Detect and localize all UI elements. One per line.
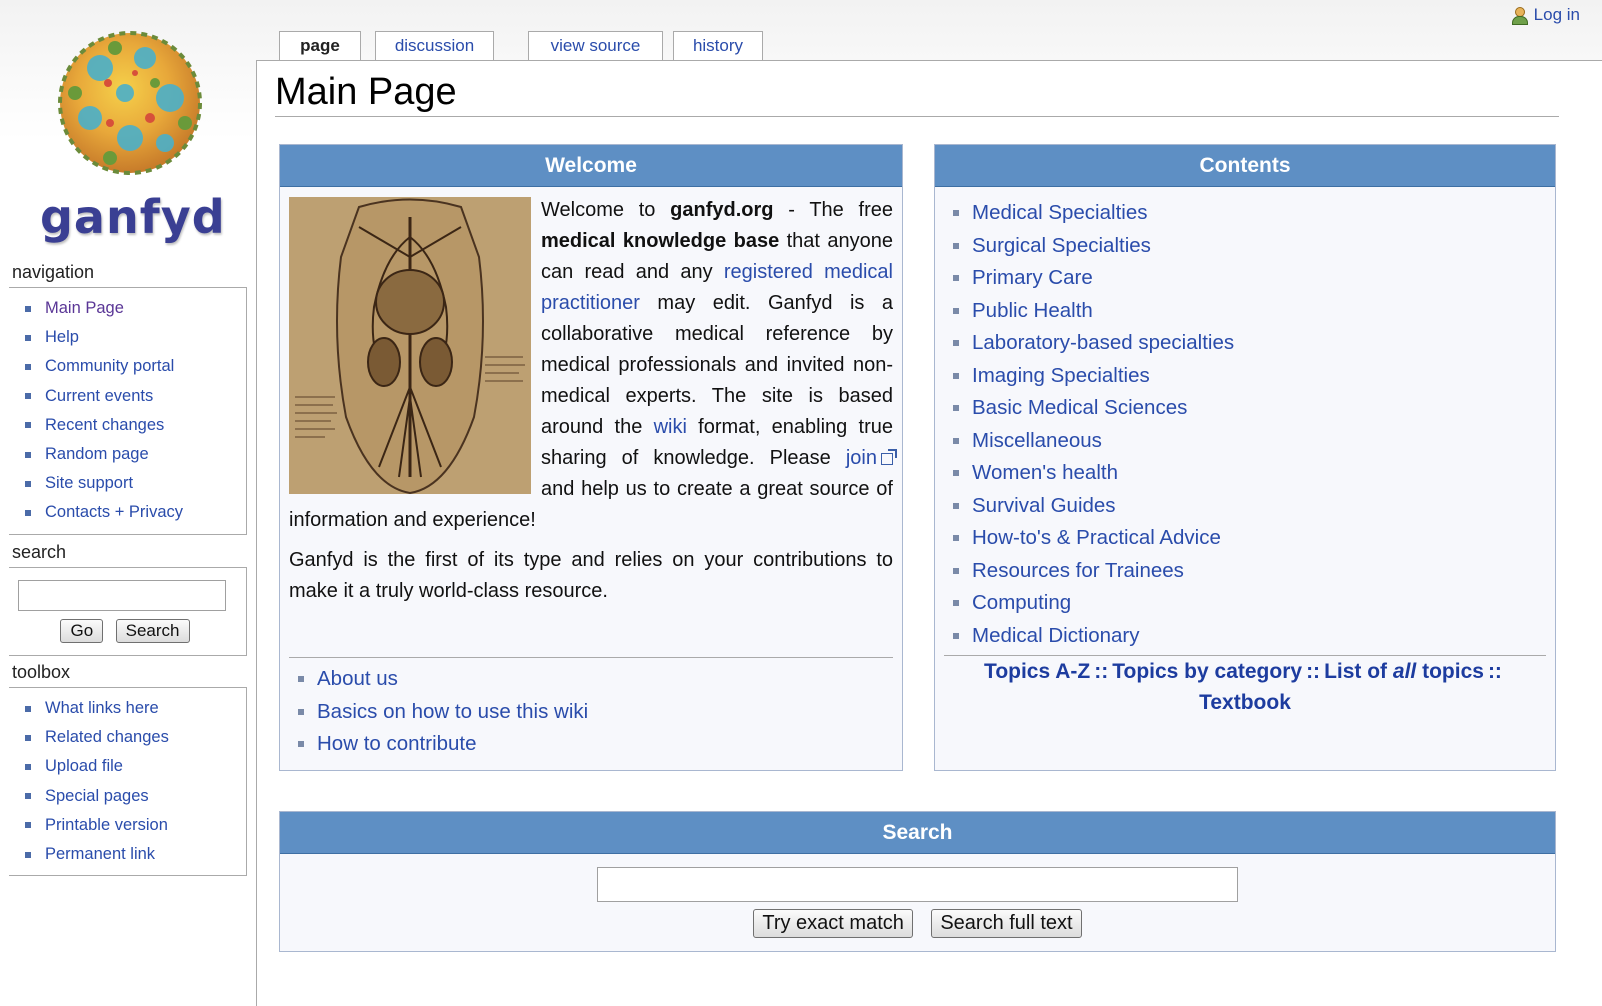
toolbox-item-printable-version[interactable]: Printable version bbox=[21, 811, 246, 840]
contents-item[interactable]: Miscellaneous bbox=[953, 425, 1234, 458]
search-full-text-button[interactable]: Search full text bbox=[931, 909, 1082, 938]
contents-item[interactable]: Laboratory-based specialties bbox=[953, 327, 1234, 360]
heading-divider bbox=[275, 116, 1559, 117]
welcome-links: About us Basics on how to use this wiki … bbox=[298, 663, 588, 761]
topics-a-z-link[interactable]: Topics A-Z bbox=[984, 660, 1090, 683]
login-link[interactable]: Log in bbox=[1534, 5, 1580, 25]
welcome-paragraph-1: Welcome to ganfyd.org - The free medical… bbox=[289, 199, 897, 531]
nav-item-contacts-privacy[interactable]: Contacts + Privacy bbox=[21, 498, 246, 527]
topics-separator: :: bbox=[1487, 660, 1502, 683]
topics-links: Topics A-Z:: Topics by category:: List of … bbox=[944, 656, 1546, 718]
search-box: Search Try exact match Search full text bbox=[279, 811, 1556, 952]
topics-separator: :: bbox=[1094, 660, 1109, 683]
contents-box-title: Contents bbox=[935, 145, 1555, 187]
site-logo[interactable]: ganfyd bbox=[10, 18, 240, 248]
tab-view-source[interactable]: view source bbox=[528, 31, 663, 61]
contents-item[interactable]: Women's health bbox=[953, 457, 1234, 490]
nav-item-help[interactable]: Help bbox=[21, 323, 246, 352]
nav-item-random-page[interactable]: Random page bbox=[21, 440, 246, 469]
welcome-box-title: Welcome bbox=[280, 145, 902, 187]
welcome-box: Welcome Welcome to ganfyd.org - The free… bbox=[279, 144, 903, 771]
contents-item[interactable]: Computing bbox=[953, 587, 1234, 620]
toolbox-item-related-changes[interactable]: Related changes bbox=[21, 723, 246, 752]
how-to-contribute-item[interactable]: How to contribute bbox=[298, 728, 588, 761]
virus-globe-icon bbox=[58, 31, 202, 175]
tab-discussion[interactable]: discussion bbox=[375, 31, 494, 61]
contents-item[interactable]: Basic Medical Sciences bbox=[953, 392, 1234, 425]
nav-item-recent-changes[interactable]: Recent changes bbox=[21, 411, 246, 440]
navigation-heading: navigation bbox=[12, 262, 95, 282]
logo-wordmark: ganfyd bbox=[40, 190, 226, 244]
contents-item[interactable]: Medical Dictionary bbox=[953, 620, 1234, 653]
welcome-text: Welcome to ganfyd.org - The free medical… bbox=[289, 195, 897, 607]
navigation-portlet: navigation Main Page Help Community port… bbox=[9, 262, 247, 535]
search-heading: search bbox=[12, 542, 67, 562]
try-exact-match-button[interactable]: Try exact match bbox=[753, 909, 913, 938]
contents-item[interactable]: Survival Guides bbox=[953, 490, 1234, 523]
list-all-topics-link[interactable]: List of all topics bbox=[1324, 660, 1484, 683]
contents-item[interactable]: Primary Care bbox=[953, 262, 1234, 295]
topics-by-category-link[interactable]: Topics by category bbox=[1112, 660, 1302, 683]
main-content: Main Page Welcome Welcome to ganfyd.org … bbox=[256, 60, 1602, 1006]
contents-item[interactable]: Public Health bbox=[953, 295, 1234, 328]
contents-item[interactable]: Resources for Trainees bbox=[953, 555, 1234, 588]
toolbox-heading: toolbox bbox=[12, 662, 71, 682]
toolbox-item-upload-file[interactable]: Upload file bbox=[21, 752, 246, 781]
wiki-link[interactable]: wiki bbox=[654, 416, 687, 438]
about-us-item[interactable]: About us bbox=[298, 663, 588, 696]
nav-item-community-portal[interactable]: Community portal bbox=[21, 352, 246, 381]
nav-item-main-page[interactable]: Main Page bbox=[21, 294, 246, 323]
user-icon bbox=[1510, 6, 1528, 25]
contents-box: Contents Medical Specialties Surgical Sp… bbox=[934, 144, 1556, 771]
external-link-icon bbox=[881, 449, 897, 465]
go-button[interactable]: Go bbox=[60, 619, 104, 643]
contents-item[interactable]: How-to's & Practical Advice bbox=[953, 522, 1234, 555]
search-portlet: search Go Search bbox=[9, 542, 247, 656]
contents-item[interactable]: Surgical Specialties bbox=[953, 230, 1234, 263]
sidebar-search-input[interactable] bbox=[18, 580, 226, 611]
search-box-title: Search bbox=[280, 812, 1555, 854]
tab-history[interactable]: history bbox=[673, 31, 763, 61]
sidebar-search-button[interactable]: Search bbox=[115, 619, 190, 643]
toolbox-portlet: toolbox What links here Related changes … bbox=[9, 662, 247, 877]
personal-tools: Log in bbox=[1510, 5, 1580, 25]
nav-item-current-events[interactable]: Current events bbox=[21, 382, 246, 411]
textbook-link[interactable]: Textbook bbox=[1199, 691, 1291, 714]
page-title: Main Page bbox=[275, 71, 457, 113]
join-link[interactable]: join bbox=[846, 447, 877, 469]
basics-item[interactable]: Basics on how to use this wiki bbox=[298, 696, 588, 729]
toolbox-item-what-links-here[interactable]: What links here bbox=[21, 694, 246, 723]
contents-item[interactable]: Medical Specialties bbox=[953, 197, 1234, 230]
toolbox-item-special-pages[interactable]: Special pages bbox=[21, 782, 246, 811]
contents-item[interactable]: Imaging Specialties bbox=[953, 360, 1234, 393]
welcome-divider bbox=[289, 657, 893, 658]
main-search-input[interactable] bbox=[597, 867, 1238, 902]
toolbox-item-permanent-link[interactable]: Permanent link bbox=[21, 840, 246, 869]
welcome-paragraph-2: Ganfyd is the first of its type and reli… bbox=[289, 549, 893, 602]
nav-item-site-support[interactable]: Site support bbox=[21, 469, 246, 498]
contents-list: Medical Specialties Surgical Specialties… bbox=[953, 197, 1234, 652]
topics-separator: :: bbox=[1306, 660, 1321, 683]
tab-page[interactable]: page bbox=[279, 31, 361, 62]
